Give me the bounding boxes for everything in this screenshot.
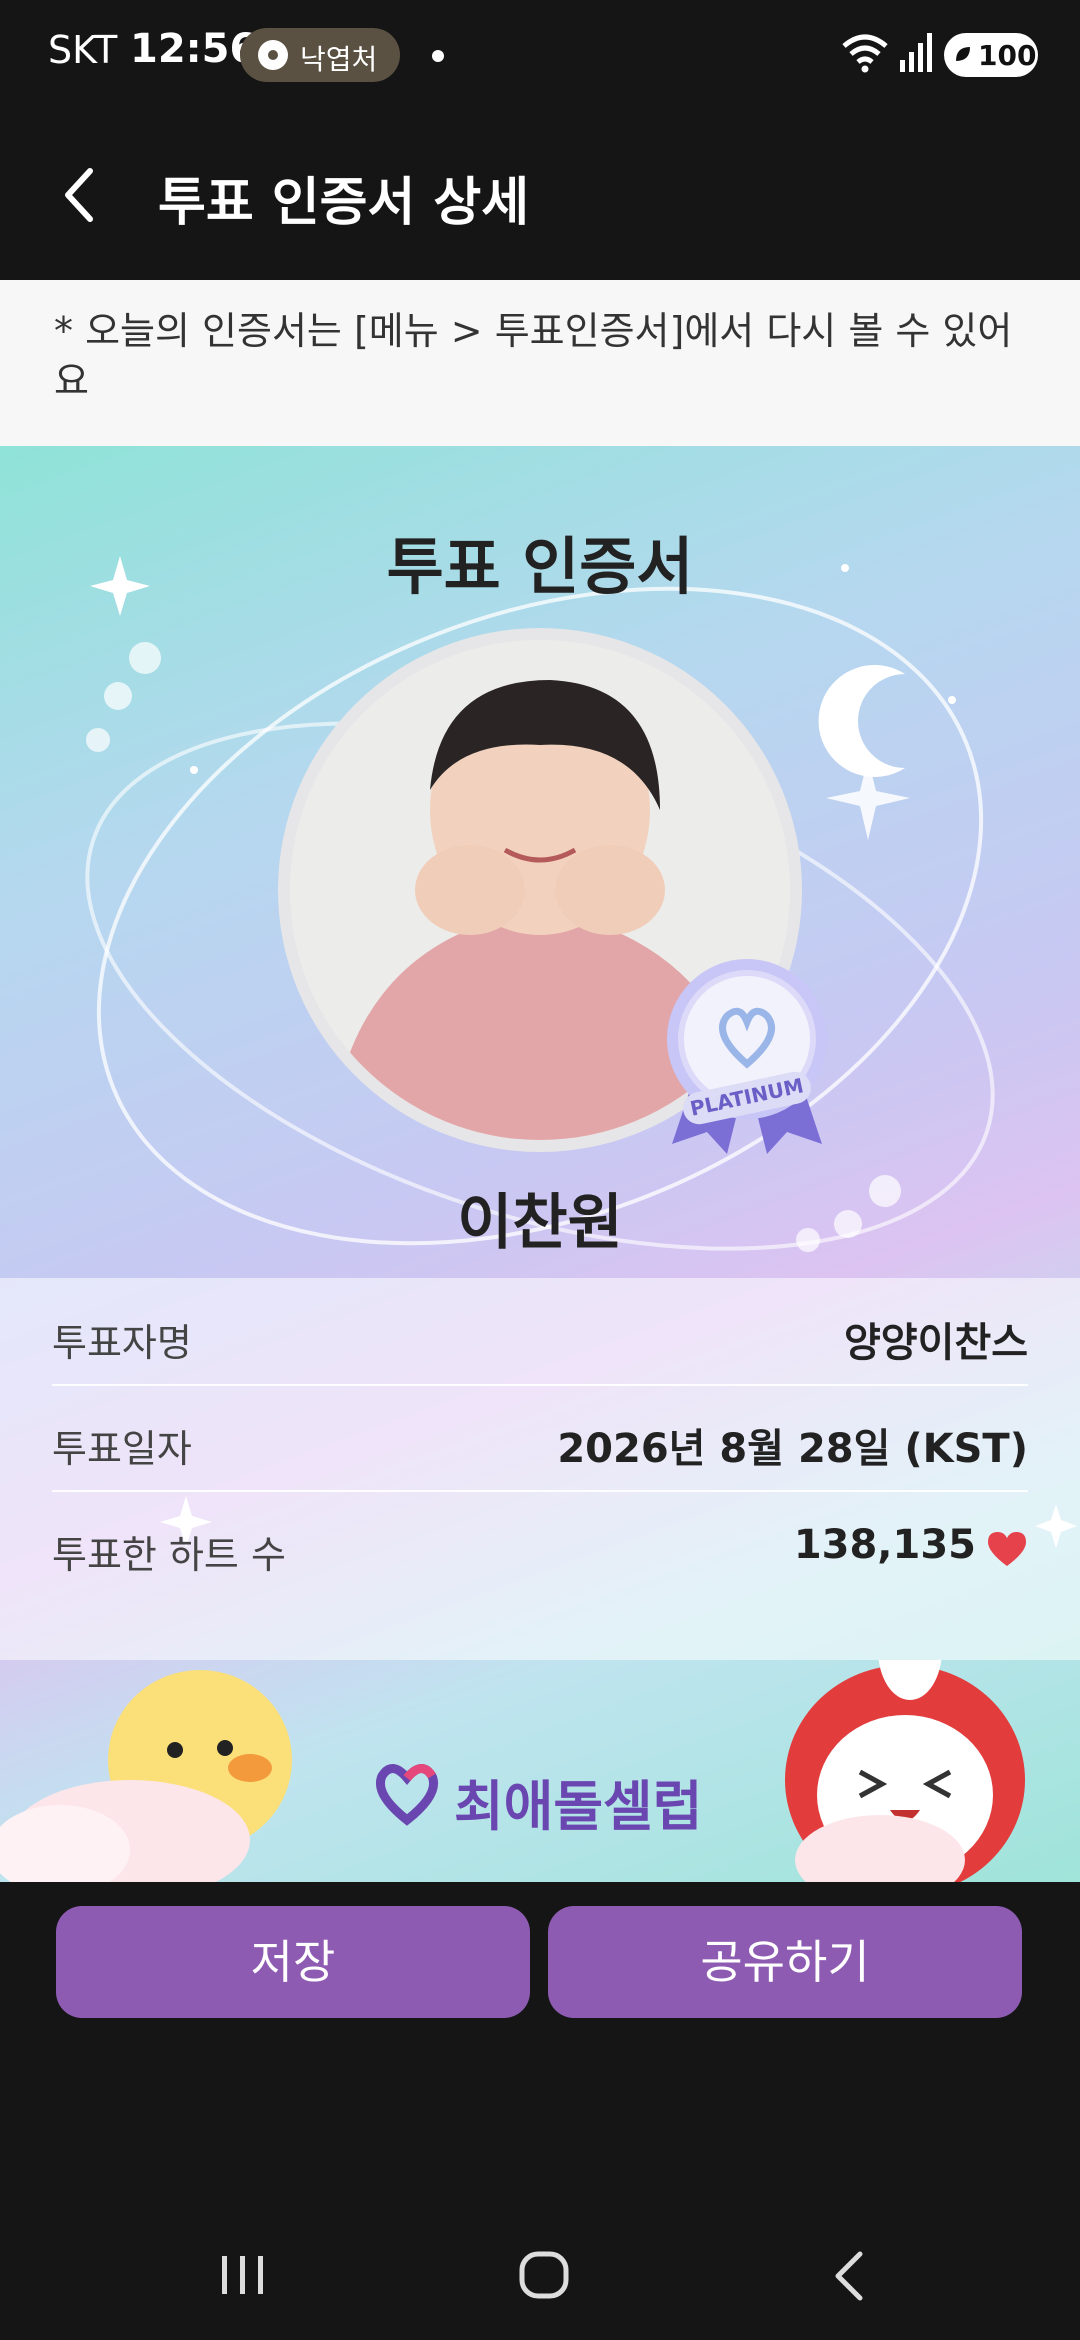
notice-text: * 오늘의 인증서는 [메뉴 > 투표인증서]에서 다시 볼 수 있어요 bbox=[54, 309, 1013, 403]
notification-dot-icon bbox=[432, 50, 444, 62]
notice-banner: * 오늘의 인증서는 [메뉴 > 투표인증서]에서 다시 볼 수 있어요 bbox=[0, 280, 1080, 446]
brand-name: 최애돌셀럽 bbox=[454, 1775, 703, 1838]
heart-icon bbox=[988, 1532, 1026, 1566]
info-label: 투표일자 bbox=[52, 1427, 192, 1471]
certificate-info-table: 투표자명 양양이찬스 투표일자 2026년 8월 28일 (KST) 투표한 하… bbox=[0, 1278, 1080, 1660]
app-bar: 투표 인증서 상세 bbox=[0, 110, 1080, 280]
system-navigation-bar bbox=[222, 2251, 863, 2301]
info-row-voter: 투표자명 양양이찬스 bbox=[52, 1278, 1028, 1386]
back-button[interactable] bbox=[40, 155, 120, 235]
nav-back-button[interactable] bbox=[835, 2251, 863, 2301]
info-value: 2026년 8월 28일 (KST) bbox=[557, 1426, 1028, 1472]
info-label: 투표한 하트 수 bbox=[52, 1533, 286, 1577]
home-button[interactable] bbox=[519, 2251, 569, 2299]
share-button[interactable]: 공유하기 bbox=[548, 1906, 1022, 2018]
info-row-hearts: 투표한 하트 수 138,135 bbox=[52, 1490, 1028, 1596]
signal-icon bbox=[900, 33, 932, 72]
page-title: 투표 인증서 상세 bbox=[158, 173, 530, 233]
wifi-icon bbox=[842, 34, 888, 73]
certificate-title: 투표 인증서 bbox=[386, 530, 694, 603]
pill-label: 낙엽처 bbox=[300, 43, 378, 76]
idol-name: 이찬원 bbox=[457, 1188, 623, 1258]
info-value: 138,135 bbox=[793, 1522, 976, 1568]
brand-logo: 최애돌셀럽 bbox=[368, 1754, 708, 1838]
battery-level: 100 bbox=[978, 39, 1037, 72]
info-label: 투표자명 bbox=[52, 1321, 192, 1365]
info-row-date: 투표일자 2026년 8월 28일 (KST) bbox=[52, 1384, 1028, 1492]
power-saving-icon bbox=[956, 47, 970, 61]
clock: 12:56 bbox=[130, 26, 258, 72]
recent-apps-button[interactable] bbox=[222, 2256, 263, 2294]
platinum-badge: PLATINUM bbox=[667, 959, 827, 1154]
vote-certificate: 투표 인증서 PLATINUM 이찬원 투표자명 양양이찬스 투표일자 2026… bbox=[0, 446, 1080, 1882]
carrier-label: SKT bbox=[48, 28, 118, 72]
info-value: 양양이찬스 bbox=[844, 1320, 1028, 1366]
music-icon bbox=[258, 40, 288, 70]
status-bar: SKT 12:56 낙엽처 100 bbox=[0, 0, 1080, 110]
save-button[interactable]: 저장 bbox=[56, 1906, 530, 2018]
live-activity-pill[interactable]: 낙엽처 bbox=[240, 28, 400, 82]
brand-heart-icon bbox=[376, 1764, 438, 1826]
battery-indicator: 100 bbox=[944, 33, 1038, 77]
